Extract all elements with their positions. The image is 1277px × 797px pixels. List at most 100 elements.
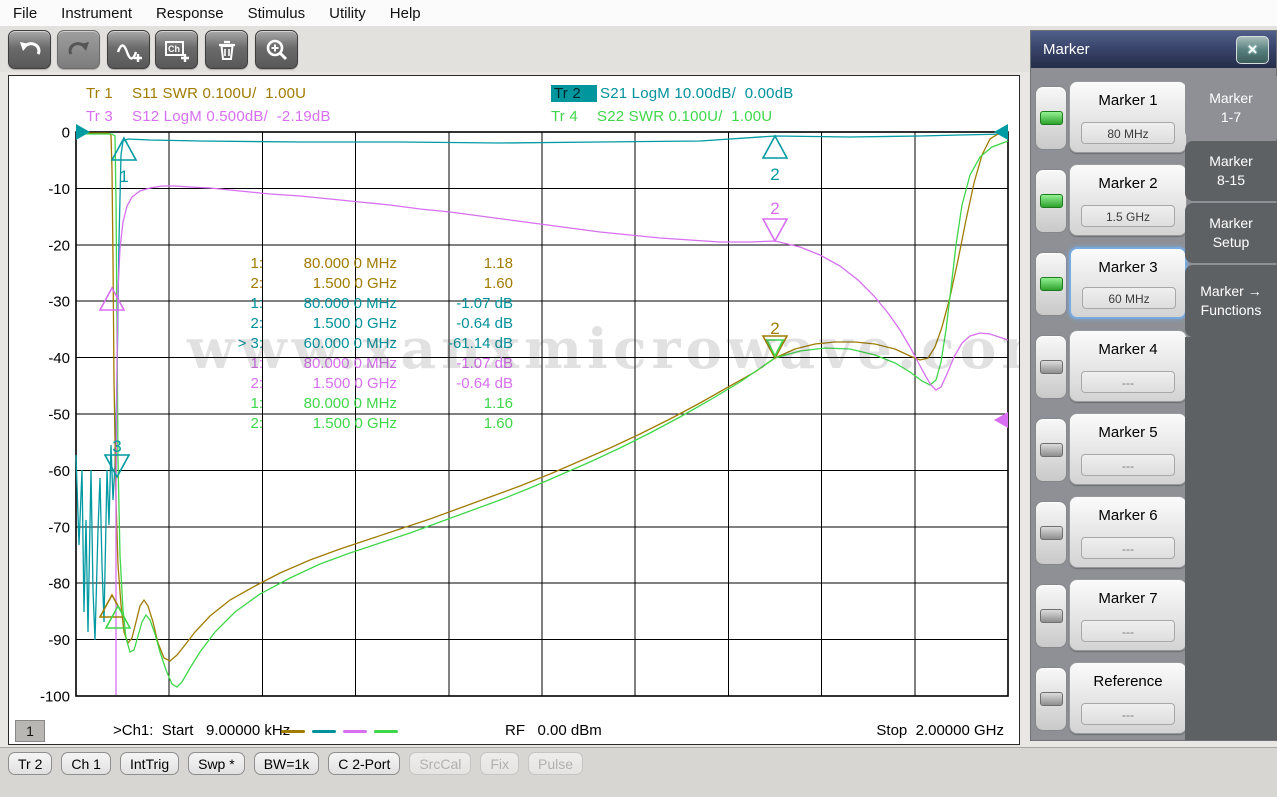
tab-marker-1-7[interactable]: Marker 1-7 (1185, 76, 1277, 139)
marker-2-toggle[interactable] (1035, 169, 1067, 233)
marker-frequency: 1.500 0 GHz (312, 375, 397, 392)
undo-button[interactable] (8, 30, 51, 69)
reference-level-arrow[interactable] (76, 124, 90, 140)
tab-label-line: 8-15 (1216, 172, 1246, 188)
marker-3-toggle[interactable] (1035, 252, 1067, 316)
trace-label-tr3[interactable]: Tr 3 S12 LogM 0.500dB/ -2.19dB (86, 108, 331, 125)
trace-id-badge: Tr 3 (86, 108, 113, 125)
marker-3-toggle-led (1039, 277, 1063, 291)
y-axis-tick-label: -20 (48, 237, 70, 254)
reference-toggle-led (1039, 692, 1063, 706)
close-button[interactable]: × (1236, 36, 1269, 64)
chart-area[interactable]: 0 -10 -20 -30 -40 -50 -60 -70 -80 -90 -100 1 2 2 2 3 (9, 76, 1019, 744)
marker-6-button[interactable]: Marker 6 --- (1069, 496, 1187, 568)
marker-number: > 3: (237, 335, 263, 352)
add-channel-button[interactable]: Ch (155, 30, 198, 69)
marker-value: 1.16 (483, 395, 513, 412)
reference-level-arrow[interactable] (994, 124, 1008, 140)
marker-frequency: 60.000 0 MHz (303, 335, 397, 352)
status-c-2-port[interactable]: C 2-Port (328, 752, 401, 775)
marker-readout-row: 1: 80.000 0 MHz 1.16 (219, 394, 513, 414)
tab-marker-setup[interactable]: Marker Setup (1185, 203, 1277, 263)
menu-item-response[interactable]: Response (156, 5, 224, 22)
legend-dash-tr3 (343, 730, 367, 733)
trace-format-label: S21 LogM 10.00dB/ 0.00dB (600, 85, 794, 102)
trace-label-tr2[interactable]: Tr 2 S21 LogM 10.00dB/ 0.00dB (551, 85, 793, 102)
menu-item-utility[interactable]: Utility (329, 5, 366, 22)
add-channel-icon: Ch (163, 37, 191, 63)
marker-panel: Marker × Marker 1 80 MHz Marker 2 1.5 GHz Ma… (1030, 30, 1277, 741)
marker-number: 1: (250, 395, 263, 412)
add-trace-icon (115, 37, 143, 63)
trace-label-tr4[interactable]: Tr 4 S22 SWR 0.100U/ 1.00U (551, 108, 772, 125)
menu-bar: File Instrument Response Stimulus Utility Hel… (0, 0, 1277, 26)
tab-label-line: Marker → (1200, 283, 1262, 299)
menu-item-help[interactable]: Help (390, 5, 421, 22)
marker-value: -61.14 dB (447, 335, 513, 352)
redo-button (57, 30, 100, 69)
sweep-start: >Ch1: Start 9.00000 kHz (113, 722, 290, 739)
chart-marker-triangle[interactable] (761, 218, 789, 243)
sweep-stop: Stop 2.00000 GHz (876, 722, 1004, 739)
trace-id-badge: Tr 2 (551, 85, 597, 102)
channel-badge[interactable]: 1 (15, 720, 45, 742)
status-tr-2[interactable]: Tr 2 (8, 752, 53, 775)
marker-readout-row: 2: 1.500 0 GHz -0.64 dB (219, 374, 513, 394)
chart-marker-triangle[interactable] (98, 286, 126, 311)
marker-7-button[interactable]: Marker 7 --- (1069, 579, 1187, 651)
zoom-button[interactable] (255, 30, 298, 69)
trace-label-tr1[interactable]: Tr 1 S11 SWR 0.100U/ 1.00U (86, 85, 306, 102)
marker-1-toggle[interactable] (1035, 86, 1067, 150)
stop-value: 2.00000 GHz (915, 722, 1004, 739)
delete-button[interactable] (205, 30, 248, 69)
marker-readout-row: 1: 80.000 0 MHz -1.07 dB (219, 354, 513, 374)
rf-value: 0.00 dBm (537, 722, 602, 739)
stop-label: Stop (876, 722, 908, 739)
marker-3-button[interactable]: Marker 3 60 MHz (1069, 247, 1187, 319)
start-value: 9.00000 kHz (206, 722, 291, 739)
status-ch-1[interactable]: Ch 1 (61, 752, 111, 775)
marker-5-toggle-led (1039, 443, 1063, 457)
trace-id-badge: Tr 1 (86, 85, 113, 102)
tab-marker-functions[interactable]: Marker → Functions (1185, 265, 1277, 337)
trace-legend-dashes (281, 730, 398, 733)
marker-4-toggle-led (1039, 360, 1063, 374)
y-axis-tick-label: -70 (48, 519, 70, 536)
chart-marker-triangle[interactable] (103, 454, 131, 479)
menu-item-stimulus[interactable]: Stimulus (248, 5, 306, 22)
marker-6-toggle-led (1039, 526, 1063, 540)
tab-label-line: Marker (1209, 215, 1253, 231)
marker-value: 1.60 (483, 275, 513, 292)
status-srccal: SrcCal (409, 752, 472, 775)
reference-toggle[interactable] (1035, 667, 1067, 731)
status-swp-[interactable]: Swp * (188, 752, 245, 775)
marker-readout: 1: 80.000 0 MHz 1.18 2: 1.500 0 GHz 1.60 1: 80.… (219, 254, 513, 434)
marker-4-toggle[interactable] (1035, 335, 1067, 399)
tab-label-line: 1-7 (1220, 108, 1242, 125)
marker-number: 1: (250, 355, 263, 372)
status-fix: Fix (480, 752, 520, 775)
menu-item-instrument[interactable]: Instrument (61, 5, 132, 22)
y-axis-tick-label: -60 (48, 463, 70, 480)
reference-button[interactable]: Reference --- (1069, 662, 1187, 734)
tab-marker-8-15[interactable]: Marker 8-15 (1185, 141, 1277, 201)
status-inttrig[interactable]: IntTrig (119, 752, 180, 775)
rf-power: RF 0.00 dBm (505, 722, 602, 739)
marker-5-button[interactable]: Marker 5 --- (1069, 413, 1187, 485)
marker-4-button[interactable]: Marker 4 --- (1069, 330, 1187, 402)
add-trace-button[interactable] (107, 30, 150, 69)
trace-format-label: S12 LogM 0.500dB/ -2.19dB (132, 108, 331, 125)
marker-7-toggle[interactable] (1035, 584, 1067, 648)
tab-column-filler (1185, 337, 1277, 740)
marker-5-toggle[interactable] (1035, 418, 1067, 482)
marker-2-button[interactable]: Marker 2 1.5 GHz (1069, 164, 1187, 236)
marker-1-button[interactable]: Marker 1 80 MHz (1069, 81, 1187, 153)
svg-text:Ch: Ch (168, 44, 180, 54)
status-bw-1k[interactable]: BW=1k (253, 752, 320, 775)
marker-6-toggle[interactable] (1035, 501, 1067, 565)
chart-marker-triangle[interactable] (761, 134, 789, 159)
marker-1-toggle-led (1039, 111, 1063, 125)
chart-marker-label: 1 (119, 167, 128, 186)
menu-item-file[interactable]: File (13, 5, 37, 22)
y-axis-tick-label: -30 (48, 294, 70, 311)
